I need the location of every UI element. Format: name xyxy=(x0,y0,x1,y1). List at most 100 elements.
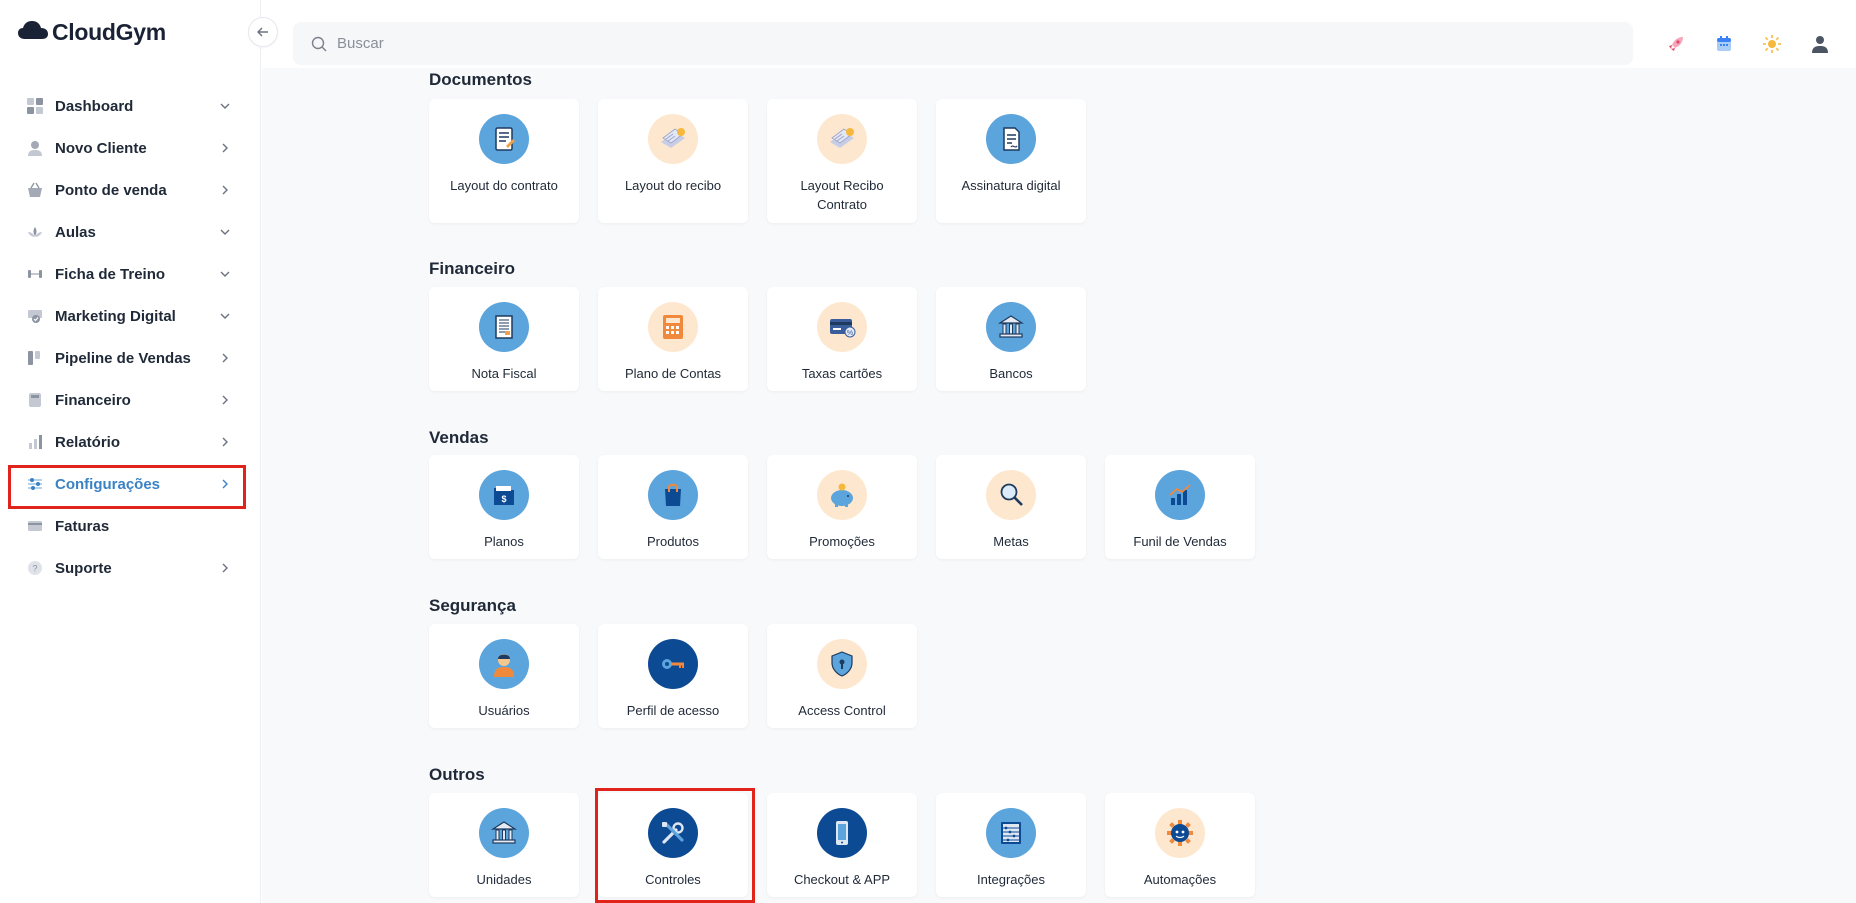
receipt-icon xyxy=(648,114,698,164)
card-checkout-app[interactable]: Checkout & APP xyxy=(767,793,917,897)
lotus-icon xyxy=(26,223,44,241)
section-title-outros: Outros xyxy=(429,765,485,784)
card-automacoes[interactable]: Automações xyxy=(1105,793,1255,897)
sidebar-item-ficha-de-treino[interactable]: Ficha de Treino xyxy=(0,253,261,295)
sidebar-item-faturas[interactable]: Faturas xyxy=(0,505,261,547)
card-label: Plano de Contas xyxy=(624,366,722,381)
chevron-right-icon xyxy=(219,352,231,364)
bank-icon xyxy=(986,302,1036,352)
sidebar-item-aulas[interactable]: Aulas xyxy=(0,211,261,253)
card-label: Promoções xyxy=(809,534,875,549)
chevron-down-icon xyxy=(219,226,231,238)
top-icons xyxy=(1664,30,1856,58)
arrow-left-icon xyxy=(257,24,269,40)
megaphone-icon xyxy=(26,307,44,325)
sidebar-item-label: Relatório xyxy=(55,433,121,451)
user-avatar-icon[interactable] xyxy=(1808,32,1832,56)
smartphone-icon xyxy=(817,808,867,858)
sidebar-item-label: Aulas xyxy=(55,223,96,241)
card-planos[interactable]: $ Planos xyxy=(429,455,579,559)
basket-icon xyxy=(26,181,44,199)
section-title-documentos: Documentos xyxy=(429,70,532,89)
card-label: Checkout & APP xyxy=(793,872,891,887)
card-label: Bancos xyxy=(989,366,1033,381)
sidebar-item-label: Pipeline de Vendas xyxy=(55,349,191,367)
card-layout-do-recibo[interactable]: Layout do recibo xyxy=(598,99,748,223)
sidebar-item-marketing-digital[interactable]: Marketing Digital xyxy=(0,295,261,337)
plans-folder-icon: $ xyxy=(479,470,529,520)
card-funil-de-vendas[interactable]: Funil de Vendas xyxy=(1105,455,1255,559)
card-label: Access Control xyxy=(798,703,886,718)
cloud-icon xyxy=(18,20,48,45)
search-bar[interactable] xyxy=(293,22,1633,65)
logo-text: CloudGym xyxy=(52,18,166,45)
sidebar: CloudGym Dashboard Novo Cliente Ponto de… xyxy=(0,0,261,903)
dumbbell-icon xyxy=(26,265,44,283)
sidebar-item-label: Faturas xyxy=(55,517,110,535)
sidebar-item-label: Financeiro xyxy=(55,391,131,409)
card-label: Funil de Vendas xyxy=(1133,534,1227,549)
chevron-right-icon xyxy=(219,142,231,154)
card-label: Planos xyxy=(484,534,524,549)
chevron-right-icon xyxy=(219,436,231,448)
card-nota-fiscal[interactable]: Nota Fiscal xyxy=(429,287,579,391)
chevron-down-icon xyxy=(219,268,231,280)
building-icon xyxy=(479,808,529,858)
collapse-sidebar-button[interactable] xyxy=(248,17,278,47)
search-input[interactable] xyxy=(337,35,937,52)
page: CloudGym Dashboard Novo Cliente Ponto de… xyxy=(0,0,1856,903)
sidebar-item-pipeline-de-vendas[interactable]: Pipeline de Vendas xyxy=(0,337,261,379)
sidebar-item-dashboard[interactable]: Dashboard xyxy=(0,85,261,127)
card-plano-de-contas[interactable]: Plano de Contas xyxy=(598,287,748,391)
cards-outros: Unidades Controles Checkout & APP Integr… xyxy=(429,793,1255,897)
card-promocoes[interactable]: Promoções xyxy=(767,455,917,559)
shield-lock-icon xyxy=(817,639,867,689)
highlight-box-configuracoes xyxy=(8,465,246,509)
card-taxas-cartoes[interactable]: % Taxas cartões xyxy=(767,287,917,391)
sidebar-item-novo-cliente[interactable]: Novo Cliente xyxy=(0,127,261,169)
kanban-icon xyxy=(26,349,44,367)
card-perfil-de-acesso[interactable]: Perfil de acesso xyxy=(598,624,748,728)
logo[interactable]: CloudGym xyxy=(18,18,166,46)
chevron-right-icon xyxy=(219,562,231,574)
top-bar xyxy=(262,0,1856,68)
calendar-icon[interactable] xyxy=(1712,32,1736,56)
sidebar-item-label: Marketing Digital xyxy=(55,307,176,325)
rocket-icon[interactable] xyxy=(1664,32,1688,56)
contract-icon xyxy=(479,114,529,164)
card-metas[interactable]: Metas xyxy=(936,455,1086,559)
card-label: Perfil de acesso xyxy=(626,703,720,718)
chevron-down-icon xyxy=(219,100,231,112)
card-usuarios[interactable]: Usuários xyxy=(429,624,579,728)
sidebar-item-suporte[interactable]: ? Suporte xyxy=(0,547,261,589)
card-layout-recibo-contrato[interactable]: Layout Recibo Contrato xyxy=(767,99,917,223)
bar-chart-icon xyxy=(26,433,44,451)
chevron-placeholder xyxy=(219,520,231,532)
sidebar-item-financeiro[interactable]: Financeiro xyxy=(0,379,261,421)
sidebar-item-label: Ponto de venda xyxy=(55,181,167,199)
card-assinatura-digital[interactable]: Assinatura digital xyxy=(936,99,1086,223)
section-title-seguranca: Segurança xyxy=(429,596,516,615)
sidebar-item-label: Ficha de Treino xyxy=(55,265,166,283)
card-label: Unidades xyxy=(476,872,532,887)
grid-icon xyxy=(26,97,44,115)
card-label: Usuários xyxy=(478,703,530,718)
card-label: Integrações xyxy=(977,872,1045,887)
chevron-right-icon xyxy=(219,184,231,196)
card-bancos[interactable]: Bancos xyxy=(936,287,1086,391)
card-unidades[interactable]: Unidades xyxy=(429,793,579,897)
card-layout-do-contrato[interactable]: Layout do contrato xyxy=(429,99,579,223)
chevron-right-icon xyxy=(219,394,231,406)
card-access-control[interactable]: Access Control xyxy=(767,624,917,728)
user-icon xyxy=(26,139,44,157)
card-integracoes[interactable]: Integrações xyxy=(936,793,1086,897)
cards-documentos: Layout do contrato Layout do recibo Layo… xyxy=(429,99,1086,223)
sales-chart-icon xyxy=(1155,470,1205,520)
digital-signature-icon xyxy=(986,114,1036,164)
abacus-icon xyxy=(986,808,1036,858)
card-produtos[interactable]: Produtos xyxy=(598,455,748,559)
section-title-vendas: Vendas xyxy=(429,428,489,447)
sidebar-item-relatorio[interactable]: Relatório xyxy=(0,421,261,463)
sun-icon[interactable] xyxy=(1760,32,1784,56)
sidebar-item-ponto-de-venda[interactable]: Ponto de venda xyxy=(0,169,261,211)
